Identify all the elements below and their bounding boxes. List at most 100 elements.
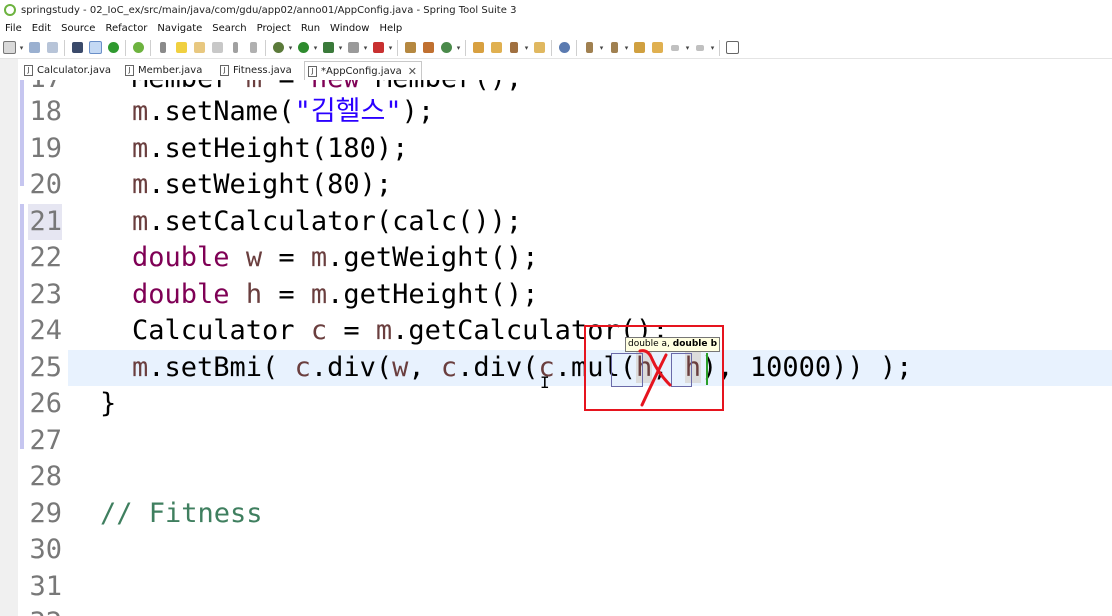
code-line-20: 20 m.setWeight(80); bbox=[0, 167, 1112, 203]
menu-window[interactable]: Window bbox=[325, 23, 374, 34]
back-dropdown-arrow[interactable]: ▾ bbox=[684, 44, 691, 52]
menu-navigate[interactable]: Navigate bbox=[152, 23, 207, 34]
code-text: } bbox=[100, 388, 117, 419]
open-task-icon[interactable] bbox=[420, 40, 436, 56]
toolbar-separator bbox=[150, 39, 151, 56]
deploy-dropdown-arrow[interactable]: ▾ bbox=[387, 44, 394, 52]
prev-annotation-dropdown-arrow[interactable]: ▾ bbox=[623, 44, 630, 52]
window-title: springstudy - 02_IoC_ex/src/main/java/co… bbox=[21, 4, 517, 16]
code-line-32: 32 bbox=[0, 605, 1112, 616]
tab-strip-gutter bbox=[0, 59, 18, 80]
word-wrap-icon[interactable] bbox=[245, 40, 261, 56]
show-whitespace-icon[interactable] bbox=[227, 40, 243, 56]
new-dropdown-arrow[interactable]: ▾ bbox=[18, 44, 25, 52]
menu-search[interactable]: Search bbox=[207, 23, 251, 34]
close-icon[interactable]: ✕ bbox=[408, 65, 417, 78]
line-number: 19 bbox=[29, 133, 62, 164]
code-text: double h = m.getHeight(); bbox=[132, 279, 539, 310]
terminal-icon[interactable] bbox=[69, 40, 85, 56]
code-text: m.setBmi( c.div(w, c.div(c.mul(h, h), 10… bbox=[132, 352, 913, 383]
block-selection-icon[interactable] bbox=[209, 40, 225, 56]
menu-edit[interactable]: Edit bbox=[27, 23, 56, 34]
line-number: 26 bbox=[29, 388, 62, 419]
external-tools-icon[interactable] bbox=[320, 40, 336, 56]
tab-appconfig-java[interactable]: J *AppConfig.java ✕ bbox=[304, 61, 422, 80]
tab-calculator-java[interactable]: J Calculator.java bbox=[24, 61, 111, 79]
globe-icon[interactable] bbox=[556, 40, 572, 56]
toggle-breadcrumb-icon[interactable] bbox=[87, 40, 103, 56]
code-text: double w = m.getWeight(); bbox=[132, 242, 539, 273]
menu-source[interactable]: Source bbox=[56, 23, 100, 34]
title-bar: springstudy - 02_IoC_ex/src/main/java/co… bbox=[0, 0, 1112, 20]
menu-file[interactable]: File bbox=[0, 23, 27, 34]
tab-fitness-java[interactable]: J Fitness.java bbox=[220, 61, 292, 79]
last-edit-icon[interactable] bbox=[631, 40, 647, 56]
java-file-icon: J bbox=[308, 65, 317, 77]
back-icon[interactable] bbox=[649, 40, 665, 56]
code-line-24: 24 Calculator c = m.getCalculator(); bbox=[0, 313, 1112, 349]
run-icon[interactable] bbox=[295, 40, 311, 56]
new-java-icon[interactable] bbox=[438, 40, 454, 56]
line-number: 24 bbox=[29, 315, 62, 346]
line-number: 27 bbox=[29, 425, 62, 456]
code-line-22: 22 double w = m.getWeight(); bbox=[0, 240, 1112, 276]
tab-member-java[interactable]: J Member.java bbox=[125, 61, 202, 79]
prev-annotation-icon[interactable] bbox=[606, 40, 622, 56]
toolbar-separator bbox=[465, 39, 466, 56]
line-number: 32 bbox=[28, 605, 62, 616]
server-icon[interactable] bbox=[345, 40, 361, 56]
new-java-dropdown-arrow[interactable]: ▾ bbox=[455, 44, 462, 52]
java-file-icon: J bbox=[220, 64, 229, 76]
code-line-25: 25 m.setBmi( c.div(w, c.div(c.mul(h, h),… bbox=[0, 350, 1112, 386]
debug-dropdown-arrow[interactable]: ▾ bbox=[287, 44, 294, 52]
code-line-26: 26 } bbox=[0, 386, 1112, 422]
server-dropdown-arrow[interactable]: ▾ bbox=[362, 44, 369, 52]
menu-bar: File Edit Source Refactor Navigate Searc… bbox=[0, 20, 1112, 37]
highlight-icon[interactable] bbox=[173, 40, 189, 56]
stop-icon[interactable] bbox=[105, 40, 121, 56]
line-number: 29 bbox=[29, 498, 62, 529]
line-number: 31 bbox=[29, 571, 62, 602]
external-tools-dropdown-arrow[interactable]: ▾ bbox=[337, 44, 344, 52]
line-number: 21 bbox=[28, 204, 62, 240]
toolbar-separator bbox=[125, 39, 126, 56]
forward-icon[interactable] bbox=[692, 40, 708, 56]
editor-tab-strip: J Calculator.java J Member.java J Fitnes… bbox=[0, 59, 1112, 80]
open-task-folder-icon[interactable] bbox=[531, 40, 547, 56]
forward-dropdown-arrow[interactable]: ▾ bbox=[709, 44, 716, 52]
menu-help[interactable]: Help bbox=[374, 23, 407, 34]
search-dropdown-arrow[interactable]: ▾ bbox=[523, 44, 530, 52]
tab-label: Fitness.java bbox=[233, 64, 292, 76]
new-icon[interactable] bbox=[1, 40, 17, 56]
code-line-29: 29 // Fitness bbox=[0, 496, 1112, 532]
line-number: 22 bbox=[29, 242, 62, 273]
code-editor[interactable]: 17 Member m = new Member(); 18 m.setName… bbox=[0, 80, 1112, 616]
run-dropdown-arrow[interactable]: ▾ bbox=[312, 44, 319, 52]
code-line-19: 19 m.setHeight(180); bbox=[0, 131, 1112, 167]
pin-icon[interactable] bbox=[155, 40, 171, 56]
toolbar-separator bbox=[265, 39, 266, 56]
debug-icon[interactable] bbox=[270, 40, 286, 56]
open-type-icon[interactable] bbox=[402, 40, 418, 56]
open-perspective-icon[interactable] bbox=[470, 40, 486, 56]
back-arrow-icon[interactable] bbox=[667, 40, 683, 56]
line-number: 28 bbox=[29, 461, 62, 492]
menu-refactor[interactable]: Refactor bbox=[100, 23, 152, 34]
open-folder-icon[interactable] bbox=[488, 40, 504, 56]
spring-icon[interactable] bbox=[130, 40, 146, 56]
save-all-icon[interactable] bbox=[44, 40, 60, 56]
line-number: 18 bbox=[29, 96, 62, 127]
pin-editor-icon[interactable] bbox=[724, 40, 740, 56]
menu-run[interactable]: Run bbox=[296, 23, 325, 34]
menu-project[interactable]: Project bbox=[252, 23, 296, 34]
search-icon[interactable] bbox=[506, 40, 522, 56]
code-line-30: 30 bbox=[0, 532, 1112, 568]
deploy-icon[interactable] bbox=[370, 40, 386, 56]
annotation-x-mark bbox=[638, 349, 672, 407]
tab-label: Member.java bbox=[138, 64, 203, 76]
mark-occurrences-icon[interactable] bbox=[191, 40, 207, 56]
toolbar-separator bbox=[64, 39, 65, 56]
next-annotation-icon[interactable] bbox=[581, 40, 597, 56]
next-annotation-dropdown-arrow[interactable]: ▾ bbox=[598, 44, 605, 52]
save-icon[interactable] bbox=[26, 40, 42, 56]
